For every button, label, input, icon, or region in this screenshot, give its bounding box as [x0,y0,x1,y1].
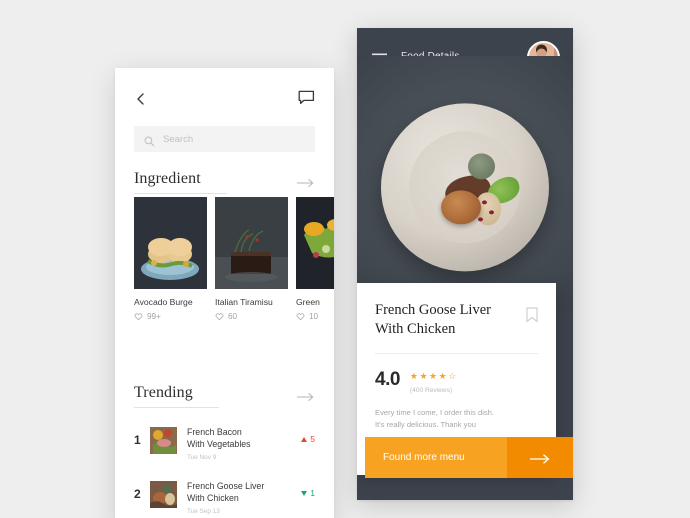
likes-count: 60 [228,312,238,321]
cta-button-group[interactable]: Found more menu [365,437,573,478]
heart-icon [215,312,224,321]
trending-item-body: French Goose Liver With Chicken Tue Sep … [187,481,301,515]
heart-icon [134,312,143,321]
trending-item-date: Tue Sep 13 [187,508,220,515]
ingredient-thumbnail-green[interactable] [296,197,334,289]
ingredient-card-name: Italian Tiramisu [215,297,273,307]
trending-rank: 1 [134,433,141,447]
trending-delta-value: 5 [310,434,315,444]
star-rating-icon: ★★★★☆ [409,371,458,381]
bookmark-icon[interactable] [526,307,538,323]
trending-thumbnail-french-bacon[interactable] [150,427,177,454]
arrow-right-icon [529,452,551,464]
trending-item-body: French Bacon With Vegetables Tue Nov 9 [187,427,301,461]
right-phone-screen: Food Details [357,28,573,500]
search-bar[interactable] [134,126,315,152]
review-count: (400 Reviews) [409,387,453,394]
trending-title: Trending [134,384,219,408]
trending-thumbnail-french-goose-liver[interactable] [150,481,177,508]
heart-icon [296,312,305,321]
plate-shape [381,102,549,271]
arrow-right-icon[interactable] [297,390,315,402]
app-canvas: Ingredient [0,0,690,518]
ingredient-section-header: Ingredient [134,170,315,194]
rating-stars-group: ★★★★☆ (400 Reviews) [410,366,458,394]
chat-bubble-icon[interactable] [298,90,315,106]
ingredient-card-name: Avocado Burge [134,297,193,307]
trending-item-date: Tue Nov 9 [187,454,217,461]
trending-item-name: French Goose Liver With Chicken [187,481,265,503]
ingredient-card-name: Green [296,297,320,307]
chevron-left-icon[interactable] [134,91,148,107]
trending-rank: 2 [134,487,141,501]
likes-count: 99+ [147,312,161,321]
cta-go-button[interactable] [507,437,573,478]
hero-food-image [357,56,573,311]
rating-score: 4.0 [375,369,400,390]
review-text: Every time I come, I order this dish. It… [375,408,495,429]
ingredient-card-likes: 60 [215,312,288,321]
ingredient-thumbnail-avocado-burger[interactable] [134,197,207,289]
search-icon [144,134,155,147]
divider [375,353,538,354]
cta-label: Found more menu [383,452,465,463]
trending-item-delta: 5 [301,427,315,444]
trending-list: 1 French Bacon With Vegetables Tue Nov 9… [134,416,315,518]
left-phone-screen: Ingredient [115,68,334,518]
triangle-down-icon [301,490,308,496]
trending-item-delta: 1 [301,481,315,498]
ingredient-thumbnail-italian-tiramisu[interactable] [215,197,288,289]
ingredient-card-likes: 10 [296,312,334,321]
ingredient-title: Ingredient [134,170,227,194]
arrow-right-icon[interactable] [297,176,315,188]
ingredient-card-likes: 99+ [134,312,207,321]
trending-list-item[interactable]: 1 French Bacon With Vegetables Tue Nov 9… [134,416,315,470]
trending-delta-value: 1 [310,488,315,498]
found-more-menu-button[interactable]: Found more menu [365,437,507,478]
dish-title: French Goose Liver With Chicken [375,302,491,337]
ingredient-card[interactable]: Italian Tiramisu 60 [215,197,288,322]
trending-list-item[interactable]: 2 French Goose Liver With Chicken Tue Se… [134,470,315,518]
ingredient-card[interactable]: Green 10 [296,197,334,322]
search-input[interactable] [163,133,305,145]
left-header [134,90,315,112]
triangle-up-icon [301,436,308,442]
ingredient-card-list[interactable]: Avocado Burge 99+ Italian Tiramisu 60 Gr… [134,197,334,322]
likes-count: 10 [309,312,319,321]
rating-row: 4.0 ★★★★☆ (400 Reviews) [375,366,538,394]
trending-item-name: French Bacon With Vegetables [187,427,251,449]
trending-section-header: Trending [134,384,315,408]
ingredient-card[interactable]: Avocado Burge 99+ [134,197,207,322]
